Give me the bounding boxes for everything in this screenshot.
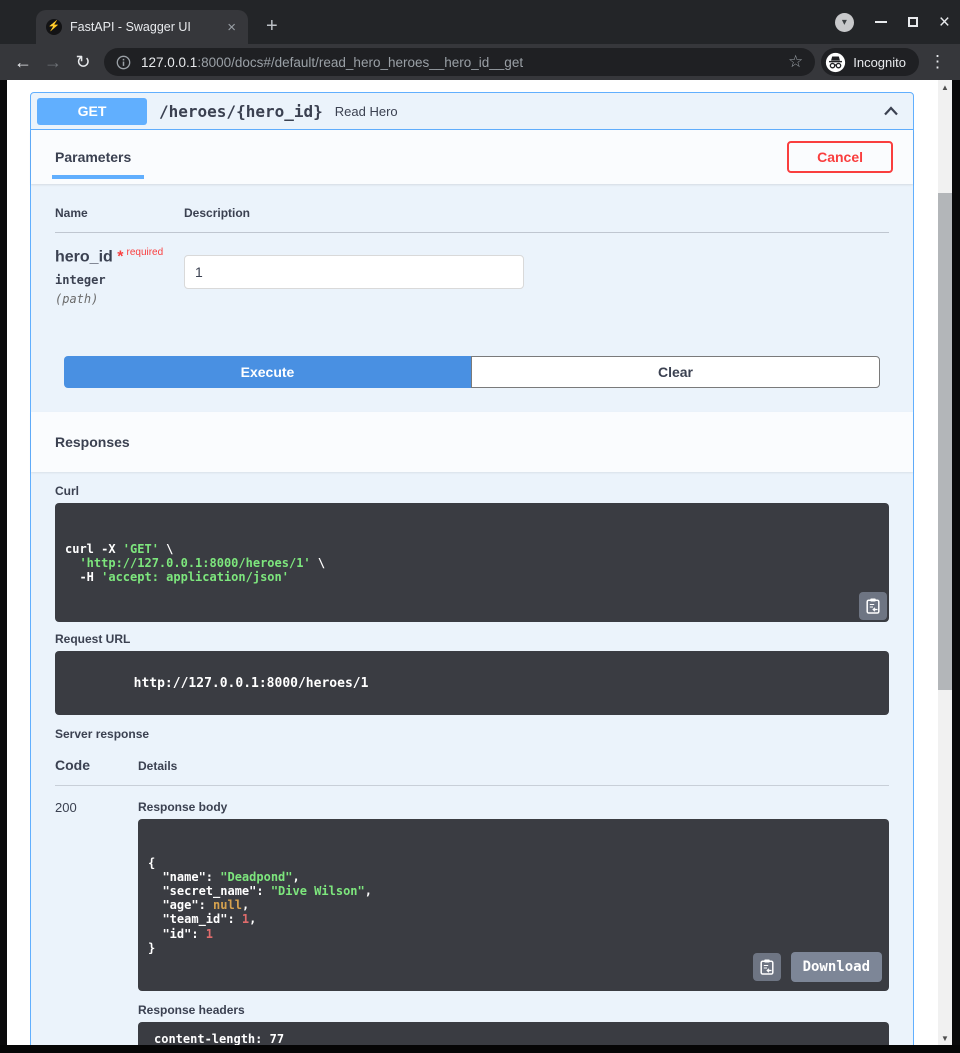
browser-tab[interactable]: ⚡ FastAPI - Swagger UI × [36,10,248,44]
url-host: 127.0.0.1 [141,55,197,70]
curl-label: Curl [55,484,889,498]
url-path: :8000/docs#/default/read_hero_heroes__he… [197,55,523,70]
parameters-table: Name Description hero_id *required integ… [31,184,913,388]
clipboard-icon [866,598,880,614]
download-button[interactable]: Download [791,952,882,982]
execute-button[interactable]: Execute [64,356,471,388]
curl-block: curl -X 'GET' \ 'http://127.0.0.1:8000/h… [55,503,889,622]
method-badge: GET [37,98,147,125]
window-controls: ▾ × [835,0,950,44]
required-star: * [113,248,124,265]
forward-button[interactable]: → [38,52,68,73]
endpoint-path: /heroes/{hero_id} [159,102,323,121]
request-url-value: http://127.0.0.1:8000/heroes/1 [134,676,369,691]
column-code: Code [55,757,138,773]
url-bar[interactable]: 127.0.0.1:8000/docs#/default/read_hero_h… [104,48,815,76]
window-bottom-edge [0,1045,960,1053]
parameter-location: (path) [55,292,184,306]
server-response-label: Server response [55,727,889,741]
incognito-label: Incognito [853,55,906,70]
minimize-button[interactable] [875,21,887,23]
incognito-icon [825,52,846,73]
browser-toolbar: ← → ↻ 127.0.0.1:8000/docs#/default/read_… [0,44,960,80]
collapse-chevron-icon[interactable] [883,106,899,116]
parameters-table-head: Name Description [55,184,889,233]
clipboard-icon [760,959,774,975]
parameter-name: hero_id [55,248,113,265]
server-response-table-head: Code Details [55,741,889,786]
clear-button[interactable]: Clear [471,356,880,388]
browser-update-icon[interactable]: ▾ [835,13,854,32]
parameter-name-cell: hero_id *required integer (path) [55,247,184,306]
url-text: 127.0.0.1:8000/docs#/default/read_hero_h… [141,55,780,70]
column-name: Name [55,206,184,220]
hero-id-input[interactable] [184,255,524,289]
response-headers-label: Response headers [138,1003,889,1017]
fastapi-favicon-icon: ⚡ [46,19,62,35]
column-description: Description [184,206,250,220]
response-details-cell: Response body { "name": "Deadpond", "sec… [138,796,889,1045]
column-details: Details [138,759,177,773]
window-close-button[interactable]: × [939,13,950,32]
tab-parameters[interactable]: Parameters [55,149,131,165]
request-url-block: http://127.0.0.1:8000/heroes/1 [55,651,889,715]
tab-close-icon[interactable]: × [225,19,238,36]
swagger-page: GET /heroes/{hero_id} Read Hero Paramete… [7,80,938,1045]
info-icon[interactable] [116,55,131,70]
copy-curl-button[interactable] [859,592,887,620]
response-body-block: { "name": "Deadpond", "secret_name": "Di… [138,819,889,991]
response-body-buttons: Download [753,952,882,982]
responses-section-header: Responses [31,412,913,472]
endpoint-summary[interactable]: GET /heroes/{hero_id} Read Hero [31,93,913,130]
scroll-down-icon[interactable]: ▼ [938,1031,952,1045]
response-headers-block: content-length: 77content-type: applicat… [138,1022,889,1045]
browser-chrome: ⚡ FastAPI - Swagger UI × + ▾ × ← → ↻ 127… [0,0,960,80]
back-button[interactable]: ← [8,52,38,73]
request-url-label: Request URL [55,632,889,646]
execute-row: Execute Clear [64,356,880,388]
copy-response-button[interactable] [753,953,781,981]
responses-title: Responses [55,434,130,450]
server-response-row: 200 Response body { "name": "Deadpond", … [55,786,889,1045]
new-tab-button[interactable]: + [266,15,278,38]
browser-menu-icon[interactable]: ⋮ [929,52,946,72]
endpoint-opblock: GET /heroes/{hero_id} Read Hero Paramete… [30,92,914,1045]
status-code: 200 [55,796,138,1045]
parameter-row: hero_id *required integer (path) [55,233,889,306]
cancel-button[interactable]: Cancel [787,141,893,173]
tab-title: FastAPI - Swagger UI [70,20,225,34]
page-scrollbar[interactable]: ▲ ▼ [938,80,952,1045]
tab-strip: ⚡ FastAPI - Swagger UI × + ▾ × [0,0,960,44]
bookmark-star-icon[interactable]: ☆ [788,52,803,72]
scrollbar-thumb[interactable] [938,193,952,690]
response-body-label: Response body [138,800,889,814]
parameter-type: integer [55,273,184,287]
endpoint-summary-text: Read Hero [335,104,398,119]
parameters-header: Parameters Cancel [31,130,913,184]
maximize-button[interactable] [908,17,918,27]
scroll-up-icon[interactable]: ▲ [938,80,952,94]
responses-section: Curl curl -X 'GET' \ 'http://127.0.0.1:8… [31,472,913,1045]
incognito-badge: Incognito [821,48,919,76]
parameter-value-cell [184,247,524,306]
reload-button[interactable]: ↻ [68,52,98,73]
required-label: required [126,247,163,258]
